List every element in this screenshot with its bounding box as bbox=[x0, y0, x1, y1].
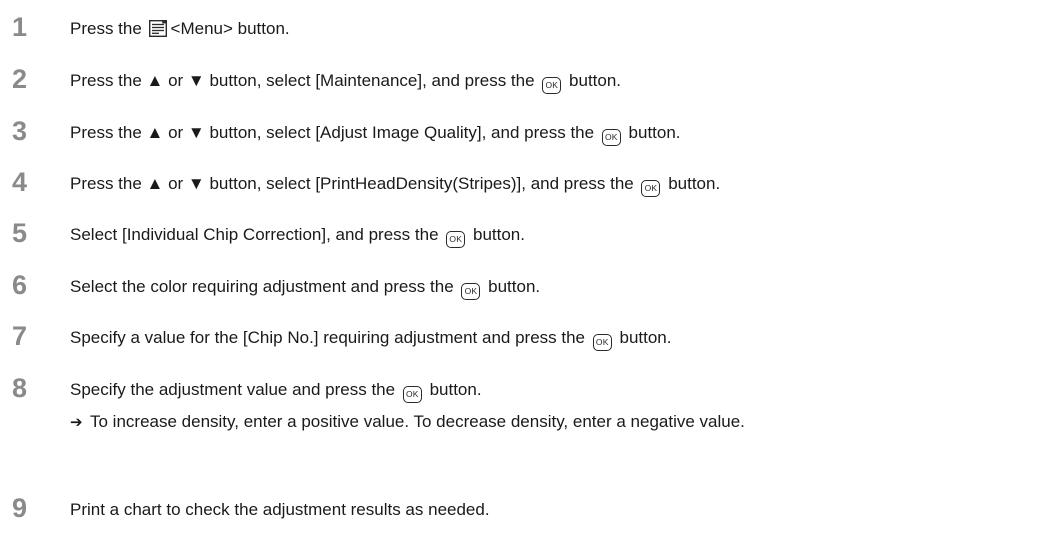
step-text-pre: Press the bbox=[70, 19, 142, 38]
step-text: Select [Individual Chip Correction], and… bbox=[70, 224, 525, 248]
step-text: Print a chart to check the adjustment re… bbox=[70, 500, 490, 519]
step-text-pre: Specify a value for the [Chip No.] requi… bbox=[70, 328, 586, 347]
ok-icon: OK bbox=[446, 231, 466, 248]
step-text-post: button. bbox=[569, 71, 622, 90]
step-text: Specify the adjustment value and press t… bbox=[70, 379, 482, 403]
step-text-pre: Specify the adjustment value and press t… bbox=[70, 380, 396, 399]
step-text-pre: Press the ▲ or ▼ button, select [Adjust … bbox=[70, 123, 595, 142]
ok-icon: OK bbox=[601, 129, 621, 146]
step-number: 5 bbox=[12, 218, 28, 248]
step-text-pre: Press the ▲ or ▼ button, select [Mainten… bbox=[70, 71, 535, 90]
step-8: 8 Specify the adjustment value and press… bbox=[0, 373, 1042, 413]
step-number: 1 bbox=[12, 12, 28, 42]
step-text: Specify a value for the [Chip No.] requi… bbox=[70, 327, 671, 351]
step-number: 9 bbox=[12, 493, 28, 523]
step-number: 8 bbox=[12, 373, 28, 403]
step-number: 3 bbox=[12, 116, 28, 146]
step-text-pre: Select [Individual Chip Correction], and… bbox=[70, 225, 439, 244]
step-text-pre: Select the color requiring adjustment an… bbox=[70, 277, 454, 296]
step-5: 5 Select [Individual Chip Correction], a… bbox=[0, 218, 1042, 258]
step-text: Press the ▲ or ▼ button, select [Mainten… bbox=[70, 70, 621, 94]
menu-icon bbox=[148, 20, 167, 37]
ok-icon: OK bbox=[402, 386, 422, 403]
ok-icon: OK bbox=[461, 283, 481, 300]
step-text-post: button. bbox=[619, 328, 672, 347]
ok-icon: OK bbox=[592, 334, 612, 351]
step-text-post: button. bbox=[473, 225, 525, 244]
ok-icon: OK bbox=[641, 180, 661, 197]
step-number: 4 bbox=[12, 167, 28, 197]
step-text: Press the ▲ or ▼ button, select [PrintHe… bbox=[70, 173, 720, 197]
step-text-post: button. bbox=[628, 123, 681, 142]
step-text-post: button. bbox=[429, 380, 482, 399]
step-4: 4 Press the ▲ or ▼ button, select [Print… bbox=[0, 167, 1042, 207]
arrow-right-icon: ➔ bbox=[70, 414, 83, 431]
step-number: 6 bbox=[12, 270, 28, 300]
step-3: 3 Press the ▲ or ▼ button, select [Adjus… bbox=[0, 116, 1042, 156]
sub-step-text: To increase density, enter a positive va… bbox=[90, 412, 745, 431]
ok-icon: OK bbox=[542, 77, 562, 94]
step-number: 2 bbox=[12, 64, 28, 94]
step-9: 9 Print a chart to check the adjustment … bbox=[0, 493, 1042, 533]
step-6: 6 Select the color requiring adjustment … bbox=[0, 270, 1042, 310]
step-number: 7 bbox=[12, 321, 28, 351]
step-1: 1 Press the <Menu> button. bbox=[0, 12, 1042, 52]
step-text-pre: Press the ▲ or ▼ button, select [PrintHe… bbox=[70, 174, 634, 193]
step-7: 7 Specify a value for the [Chip No.] req… bbox=[0, 321, 1042, 361]
step-text: Select the color requiring adjustment an… bbox=[70, 276, 540, 300]
step-2: 2 Press the ▲ or ▼ button, select [Maint… bbox=[0, 64, 1042, 104]
step-text-post: <Menu> button. bbox=[170, 19, 290, 38]
step-text: Press the ▲ or ▼ button, select [Adjust … bbox=[70, 122, 681, 146]
sub-step-note: ➔ To increase density, enter a positive v… bbox=[70, 411, 745, 434]
step-text-post: button. bbox=[488, 277, 541, 296]
step-text-post: button. bbox=[668, 174, 721, 193]
step-text: Press the <Menu> button. bbox=[70, 18, 290, 40]
